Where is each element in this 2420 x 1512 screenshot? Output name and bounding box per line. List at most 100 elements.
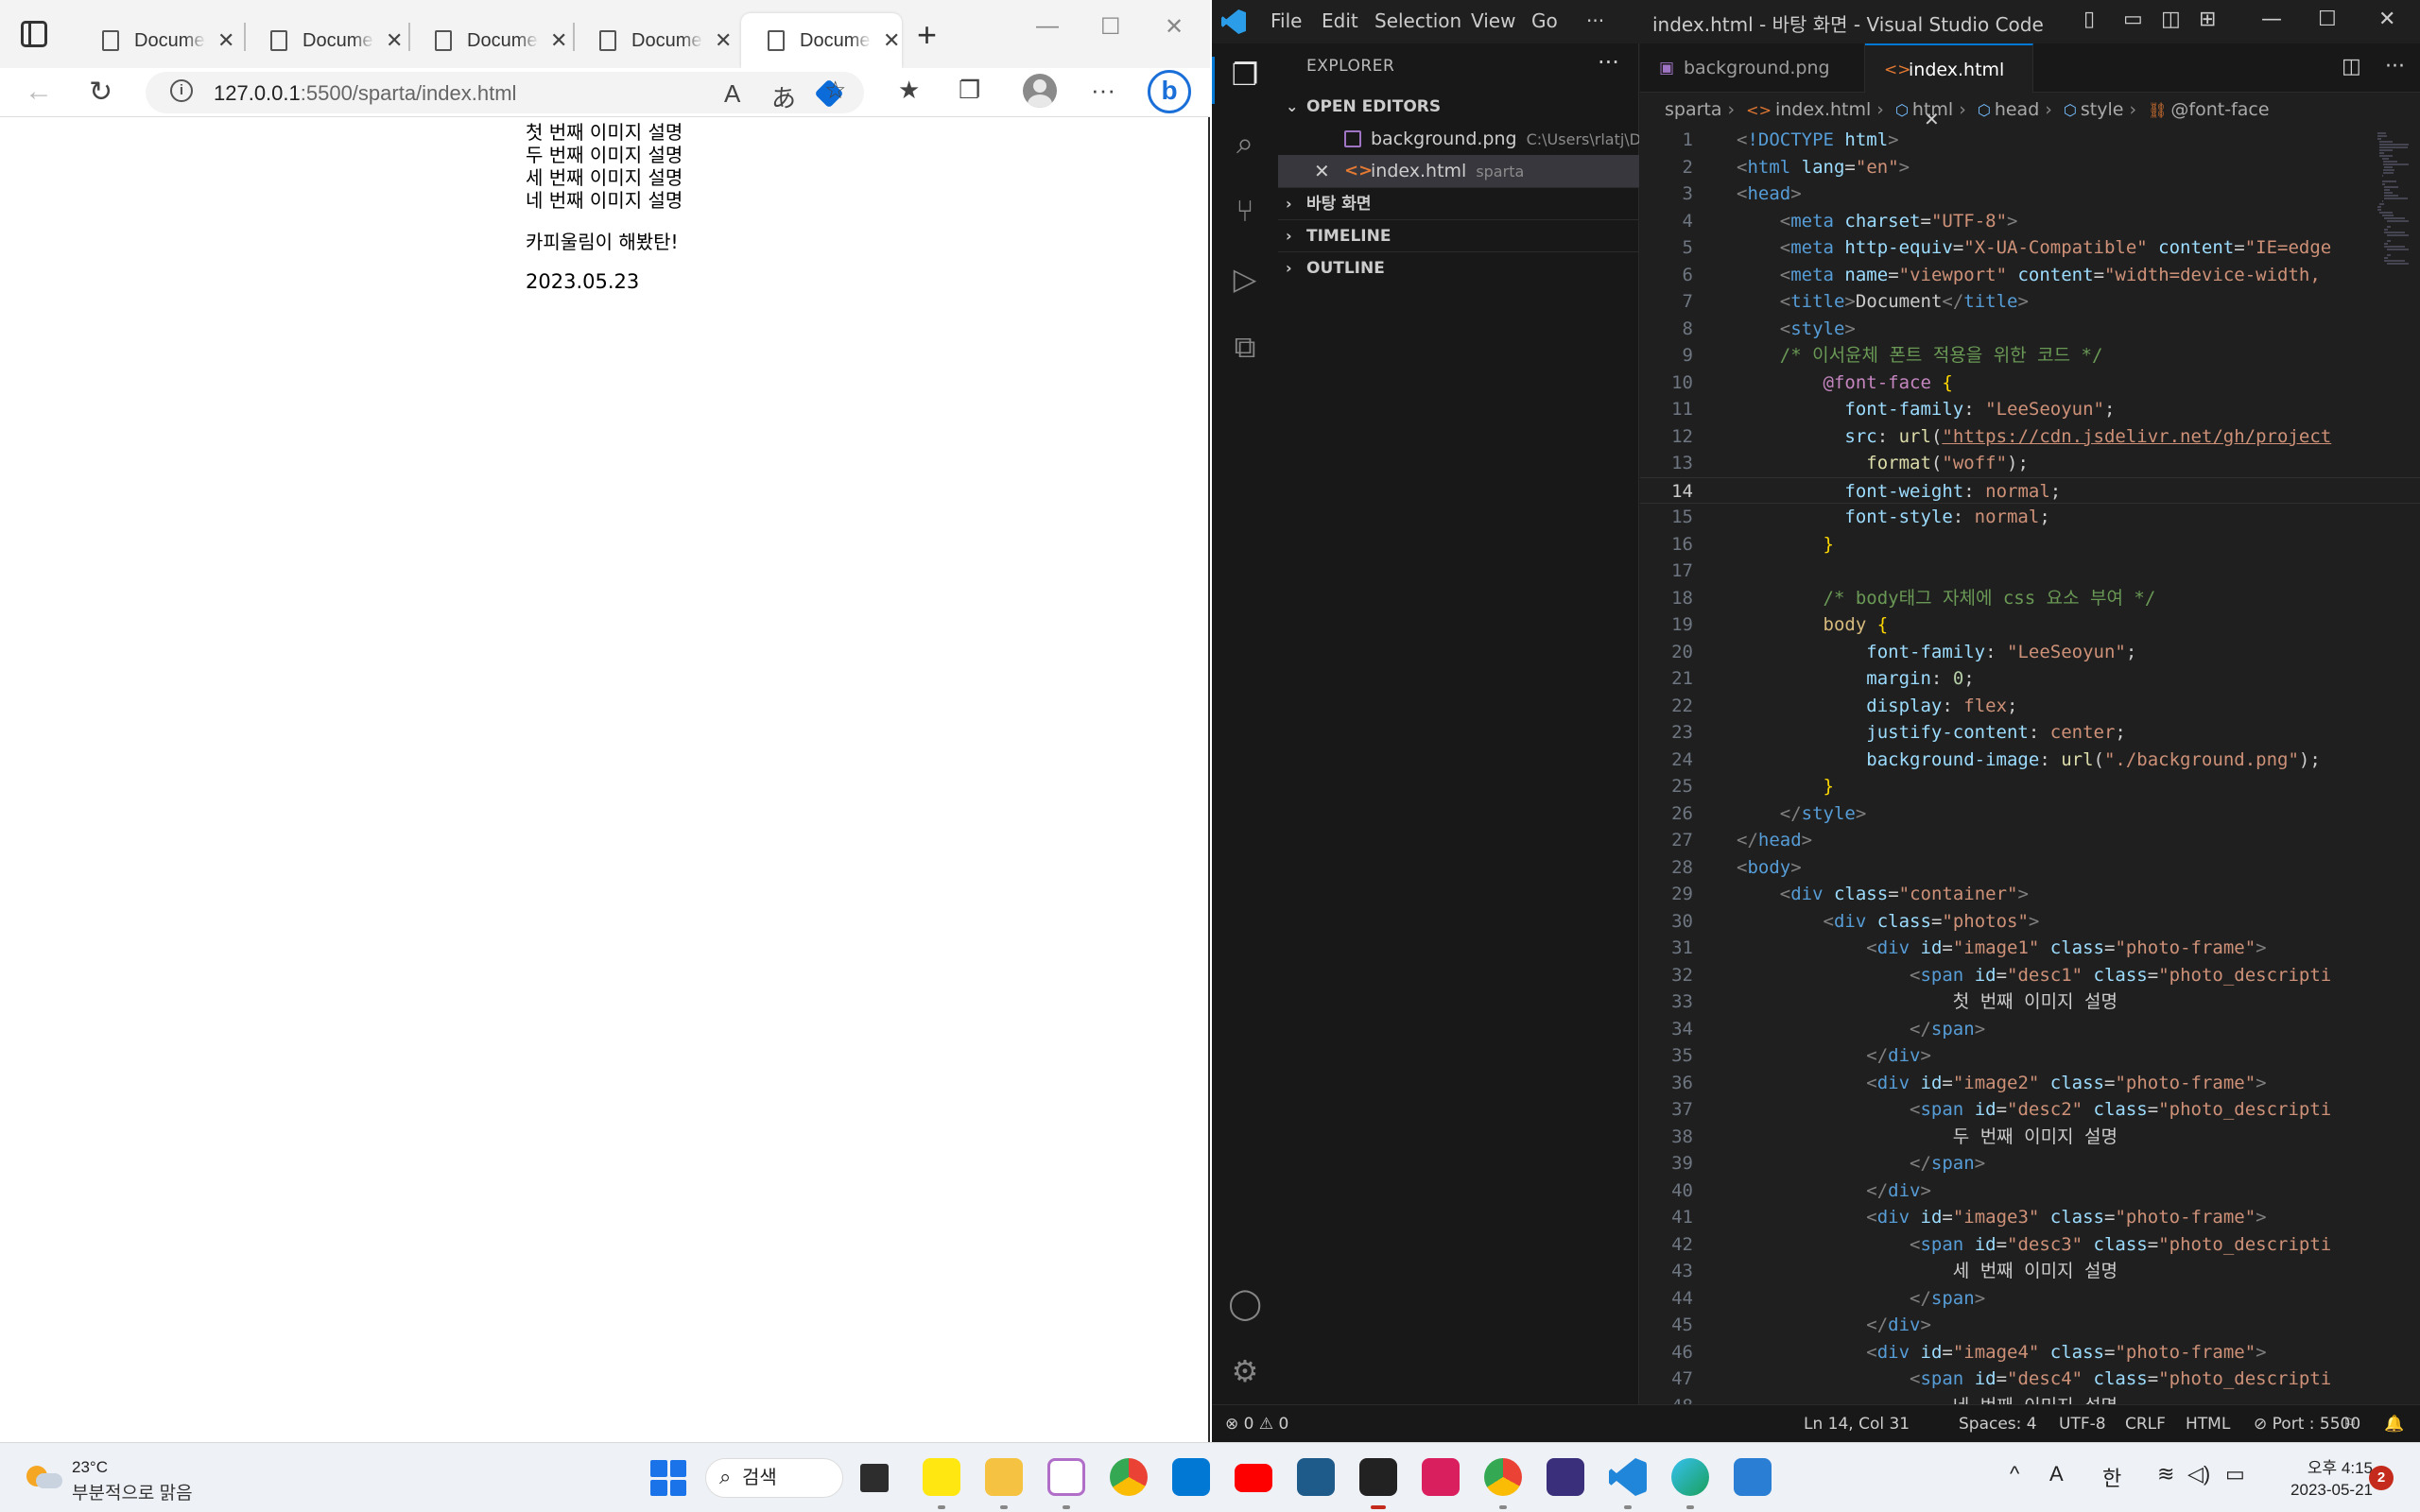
code-line[interactable]: 42 <span id="desc3" class="photo_descrip… xyxy=(1640,1231,2420,1259)
code-line[interactable]: 35 </div> xyxy=(1640,1042,2420,1070)
code-line[interactable]: 14 font-weight: normal; xyxy=(1640,476,2420,504)
code-line[interactable]: 5 <meta http-equiv="X-UA-Compatible" con… xyxy=(1640,234,2420,262)
code-line[interactable]: 15 font-style: normal; xyxy=(1640,504,2420,531)
toggle-panel-icon[interactable]: ▭ xyxy=(2123,8,2143,31)
code-editor[interactable]: 1 <!DOCTYPE html> 2 <html lang="en"> 3 <head>… xyxy=(1640,127,2420,1404)
more-options-icon[interactable]: ··· xyxy=(1091,76,1115,105)
ime-language[interactable]: A xyxy=(2049,1462,2064,1486)
url-field[interactable]: i 127.0.0.1:5500/sparta/index.html A あ xyxy=(146,72,864,113)
code-line[interactable]: 29 <div class="container"> xyxy=(1640,881,2420,908)
search-icon[interactable]: ⌕ xyxy=(1227,125,1263,161)
menu-view[interactable]: View xyxy=(1471,9,1515,32)
code-line[interactable]: 25 } xyxy=(1640,773,2420,800)
code-line[interactable]: 8 <style> xyxy=(1640,316,2420,343)
toggle-secondary-sidebar-icon[interactable]: ◫ xyxy=(2161,8,2181,31)
show-hidden-icons-icon[interactable]: ^ xyxy=(2010,1462,2019,1486)
sticky-notes-icon[interactable] xyxy=(1359,1458,1397,1496)
code-line[interactable]: 1 <!DOCTYPE html> xyxy=(1640,127,2420,154)
refresh-icon[interactable]: ↻ xyxy=(89,76,112,109)
split-editor-icon[interactable]: ◫ xyxy=(2342,55,2361,78)
indentation[interactable]: Spaces: 4 xyxy=(1959,1405,2037,1443)
run-debug-icon[interactable]: ▷ xyxy=(1227,261,1263,297)
code-line[interactable]: 33 첫 번째 이미지 설명 xyxy=(1640,988,2420,1016)
creative-cloud-icon[interactable] xyxy=(1422,1458,1460,1496)
source-control-icon[interactable]: ⑂ xyxy=(1227,193,1263,229)
snipping-tool-icon[interactable] xyxy=(1047,1458,1085,1496)
bing-chat-icon[interactable]: b xyxy=(1148,70,1191,113)
maximize-icon[interactable]: ☐ xyxy=(1100,13,1121,41)
open-editor-item[interactable]: background.png C:\Users\rlatj\D... xyxy=(1278,123,1639,155)
code-line[interactable]: 16 } xyxy=(1640,531,2420,558)
notification-badge[interactable]: 2 xyxy=(2369,1466,2394,1490)
close-window-icon[interactable]: ✕ xyxy=(2378,8,2395,31)
youtube-icon[interactable] xyxy=(1235,1464,1272,1492)
code-line[interactable]: 39 </span> xyxy=(1640,1150,2420,1177)
code-line[interactable]: 27 </head> xyxy=(1640,827,2420,854)
code-line[interactable]: 46 <div id="image4" class="photo-frame"> xyxy=(1640,1339,2420,1366)
breadcrumb-item[interactable]: style xyxy=(2081,99,2124,120)
chrome-profile-icon[interactable] xyxy=(1484,1458,1522,1496)
clock-time[interactable]: 오후 4:15 xyxy=(2278,1454,2373,1478)
upload-app-icon[interactable] xyxy=(1547,1458,1584,1496)
code-line[interactable]: 43 세 번째 이미지 설명 xyxy=(1640,1258,2420,1285)
code-line[interactable]: 32 <span id="desc1" class="photo_descrip… xyxy=(1640,962,2420,989)
close-tab-icon[interactable]: ✕ xyxy=(883,28,900,53)
notifications-bell-icon[interactable]: 🔔 xyxy=(2384,1405,2404,1443)
code-line[interactable]: 17 xyxy=(1640,558,2420,585)
code-line[interactable]: 3 <head> xyxy=(1640,180,2420,208)
profile-avatar[interactable] xyxy=(1023,74,1057,108)
read-aloud-icon[interactable]: A xyxy=(724,79,740,109)
clock-date[interactable]: 2023-05-21 xyxy=(2250,1481,2373,1500)
browser-tab[interactable]: Document ✕ xyxy=(76,13,236,68)
close-tab-icon[interactable]: ✕ xyxy=(386,28,403,53)
back-icon[interactable]: ← xyxy=(25,76,53,108)
translate-icon[interactable]: あ xyxy=(771,79,796,114)
more-actions-icon[interactable]: ··· xyxy=(1598,49,1619,76)
breadcrumb-item[interactable]: @font-face xyxy=(2170,99,2269,120)
problems-indicator[interactable]: ⊗ 0 ⚠ 0 xyxy=(1225,1405,1288,1443)
battery-icon[interactable]: ▭ xyxy=(2225,1462,2245,1486)
code-line[interactable]: 10 @font-face { xyxy=(1640,369,2420,397)
volume-icon[interactable]: ◁) xyxy=(2187,1462,2210,1486)
code-line[interactable]: 22 display: flex; xyxy=(1640,693,2420,720)
menu-file[interactable]: File xyxy=(1270,9,1302,32)
browser-tab[interactable]: Document ✕ xyxy=(573,13,734,68)
folder-section[interactable]: › 바탕 화면 xyxy=(1278,187,1639,219)
open-editor-item-active[interactable]: ✕ <> index.html sparta xyxy=(1278,155,1639,187)
microsoft-store-icon[interactable] xyxy=(1172,1458,1210,1496)
gear-icon[interactable]: ⚙ xyxy=(1227,1353,1263,1389)
code-line[interactable]: 11 font-family: "LeeSeoyun"; xyxy=(1640,396,2420,423)
weather-description[interactable]: 부분적으로 맑음 xyxy=(72,1479,193,1504)
menu-go[interactable]: Go xyxy=(1531,9,1558,32)
browser-tab-active[interactable]: Document ✕ xyxy=(741,13,902,68)
minimize-icon[interactable]: — xyxy=(1036,13,1059,40)
close-icon[interactable]: ✕ xyxy=(1314,155,1330,187)
timeline-section[interactable]: › TIMELINE xyxy=(1278,219,1639,251)
menu-edit[interactable]: Edit xyxy=(1322,9,1358,32)
weather-temperature[interactable]: 23°C xyxy=(72,1458,108,1477)
edge-icon[interactable] xyxy=(1671,1458,1709,1496)
language-mode[interactable]: HTML xyxy=(2186,1405,2230,1443)
code-line[interactable]: 37 <span id="desc2" class="photo_descrip… xyxy=(1640,1096,2420,1124)
code-line[interactable]: 7 <title>Document</title> xyxy=(1640,288,2420,316)
code-line[interactable]: 48 네 번째 이미지 설명 xyxy=(1640,1393,2420,1405)
code-line[interactable]: 34 </span> xyxy=(1640,1016,2420,1043)
ime-mode[interactable]: 한 xyxy=(2102,1462,2121,1492)
task-view-icon[interactable] xyxy=(860,1464,889,1492)
code-line[interactable]: 23 justify-content: center; xyxy=(1640,719,2420,747)
breadcrumb-item[interactable]: html xyxy=(1912,99,1953,120)
code-line[interactable]: 2 <html lang="en"> xyxy=(1640,154,2420,181)
explorer-icon[interactable]: ❐ xyxy=(1227,57,1263,93)
code-line[interactable]: 38 두 번째 이미지 설명 xyxy=(1640,1124,2420,1151)
outline-section[interactable]: › OUTLINE xyxy=(1278,251,1639,284)
code-line[interactable]: 30 <div class="photos"> xyxy=(1640,908,2420,936)
cursor-position[interactable]: Ln 14, Col 31 xyxy=(1804,1405,1910,1443)
customize-layout-icon[interactable]: ⊞ xyxy=(2199,8,2216,31)
line-ending[interactable]: CRLF xyxy=(2125,1405,2166,1443)
code-line[interactable]: 21 margin: 0; xyxy=(1640,665,2420,693)
code-line[interactable]: 44 </span> xyxy=(1640,1285,2420,1313)
site-info-icon[interactable]: i xyxy=(170,79,193,102)
taskbar-search[interactable]: 검색 xyxy=(705,1458,843,1498)
wifi-icon[interactable]: ≋ xyxy=(2157,1462,2174,1486)
feedback-icon[interactable]: ⚐ xyxy=(2342,1405,2357,1443)
